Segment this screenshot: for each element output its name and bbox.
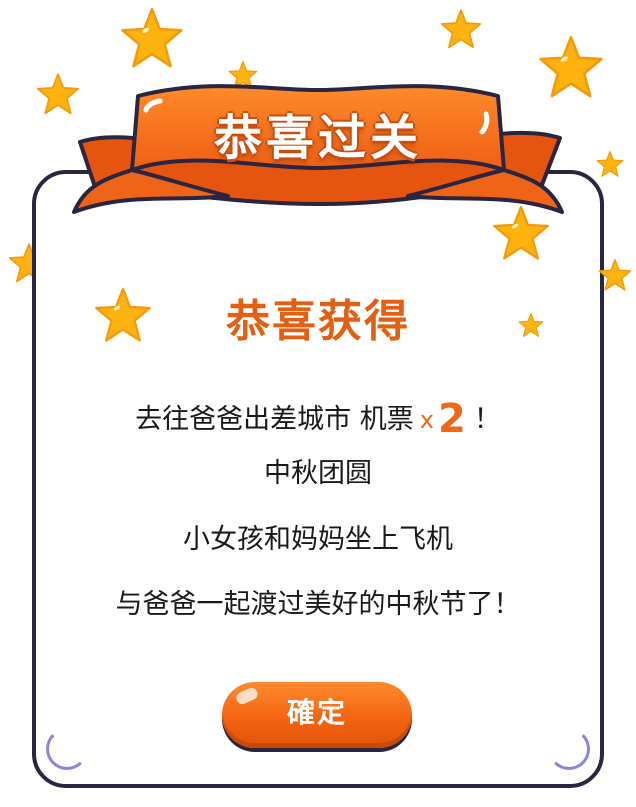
prize-count: 2 [437,396,466,442]
button-gloss [234,685,260,707]
story-line-2: 中秋团圆 [264,458,372,489]
star-icon [121,7,183,68]
banner-title: 恭喜过关 [213,110,422,166]
corner-swirl [548,728,590,770]
star-icon [493,205,549,260]
star-icon [440,9,482,49]
confirm-button[interactable]: 確定 [222,682,412,748]
story-line-3: 小女孩和妈妈坐上飞机 [183,524,453,555]
reward-heading: 恭喜获得 [226,296,410,347]
prize-text: 去往爸爸出差城市 机票 [135,404,414,435]
prize-exclaim: ！ [473,404,501,435]
prize-multiplier: x [419,406,434,434]
corner-swirl [46,728,88,770]
level-complete-screen: 恭喜过关 恭喜获得 去往爸爸出差城市 机票 x 2！ 中秋团圆 小女孩和妈妈坐上飞机… [0,0,636,807]
story-line-4: 与爸爸一起渡过美好的中秋节了！ [115,589,521,620]
prize-line: 去往爸爸出差城市 机票 x 2！ [0,396,636,442]
confirm-label: 確定 [286,696,347,729]
